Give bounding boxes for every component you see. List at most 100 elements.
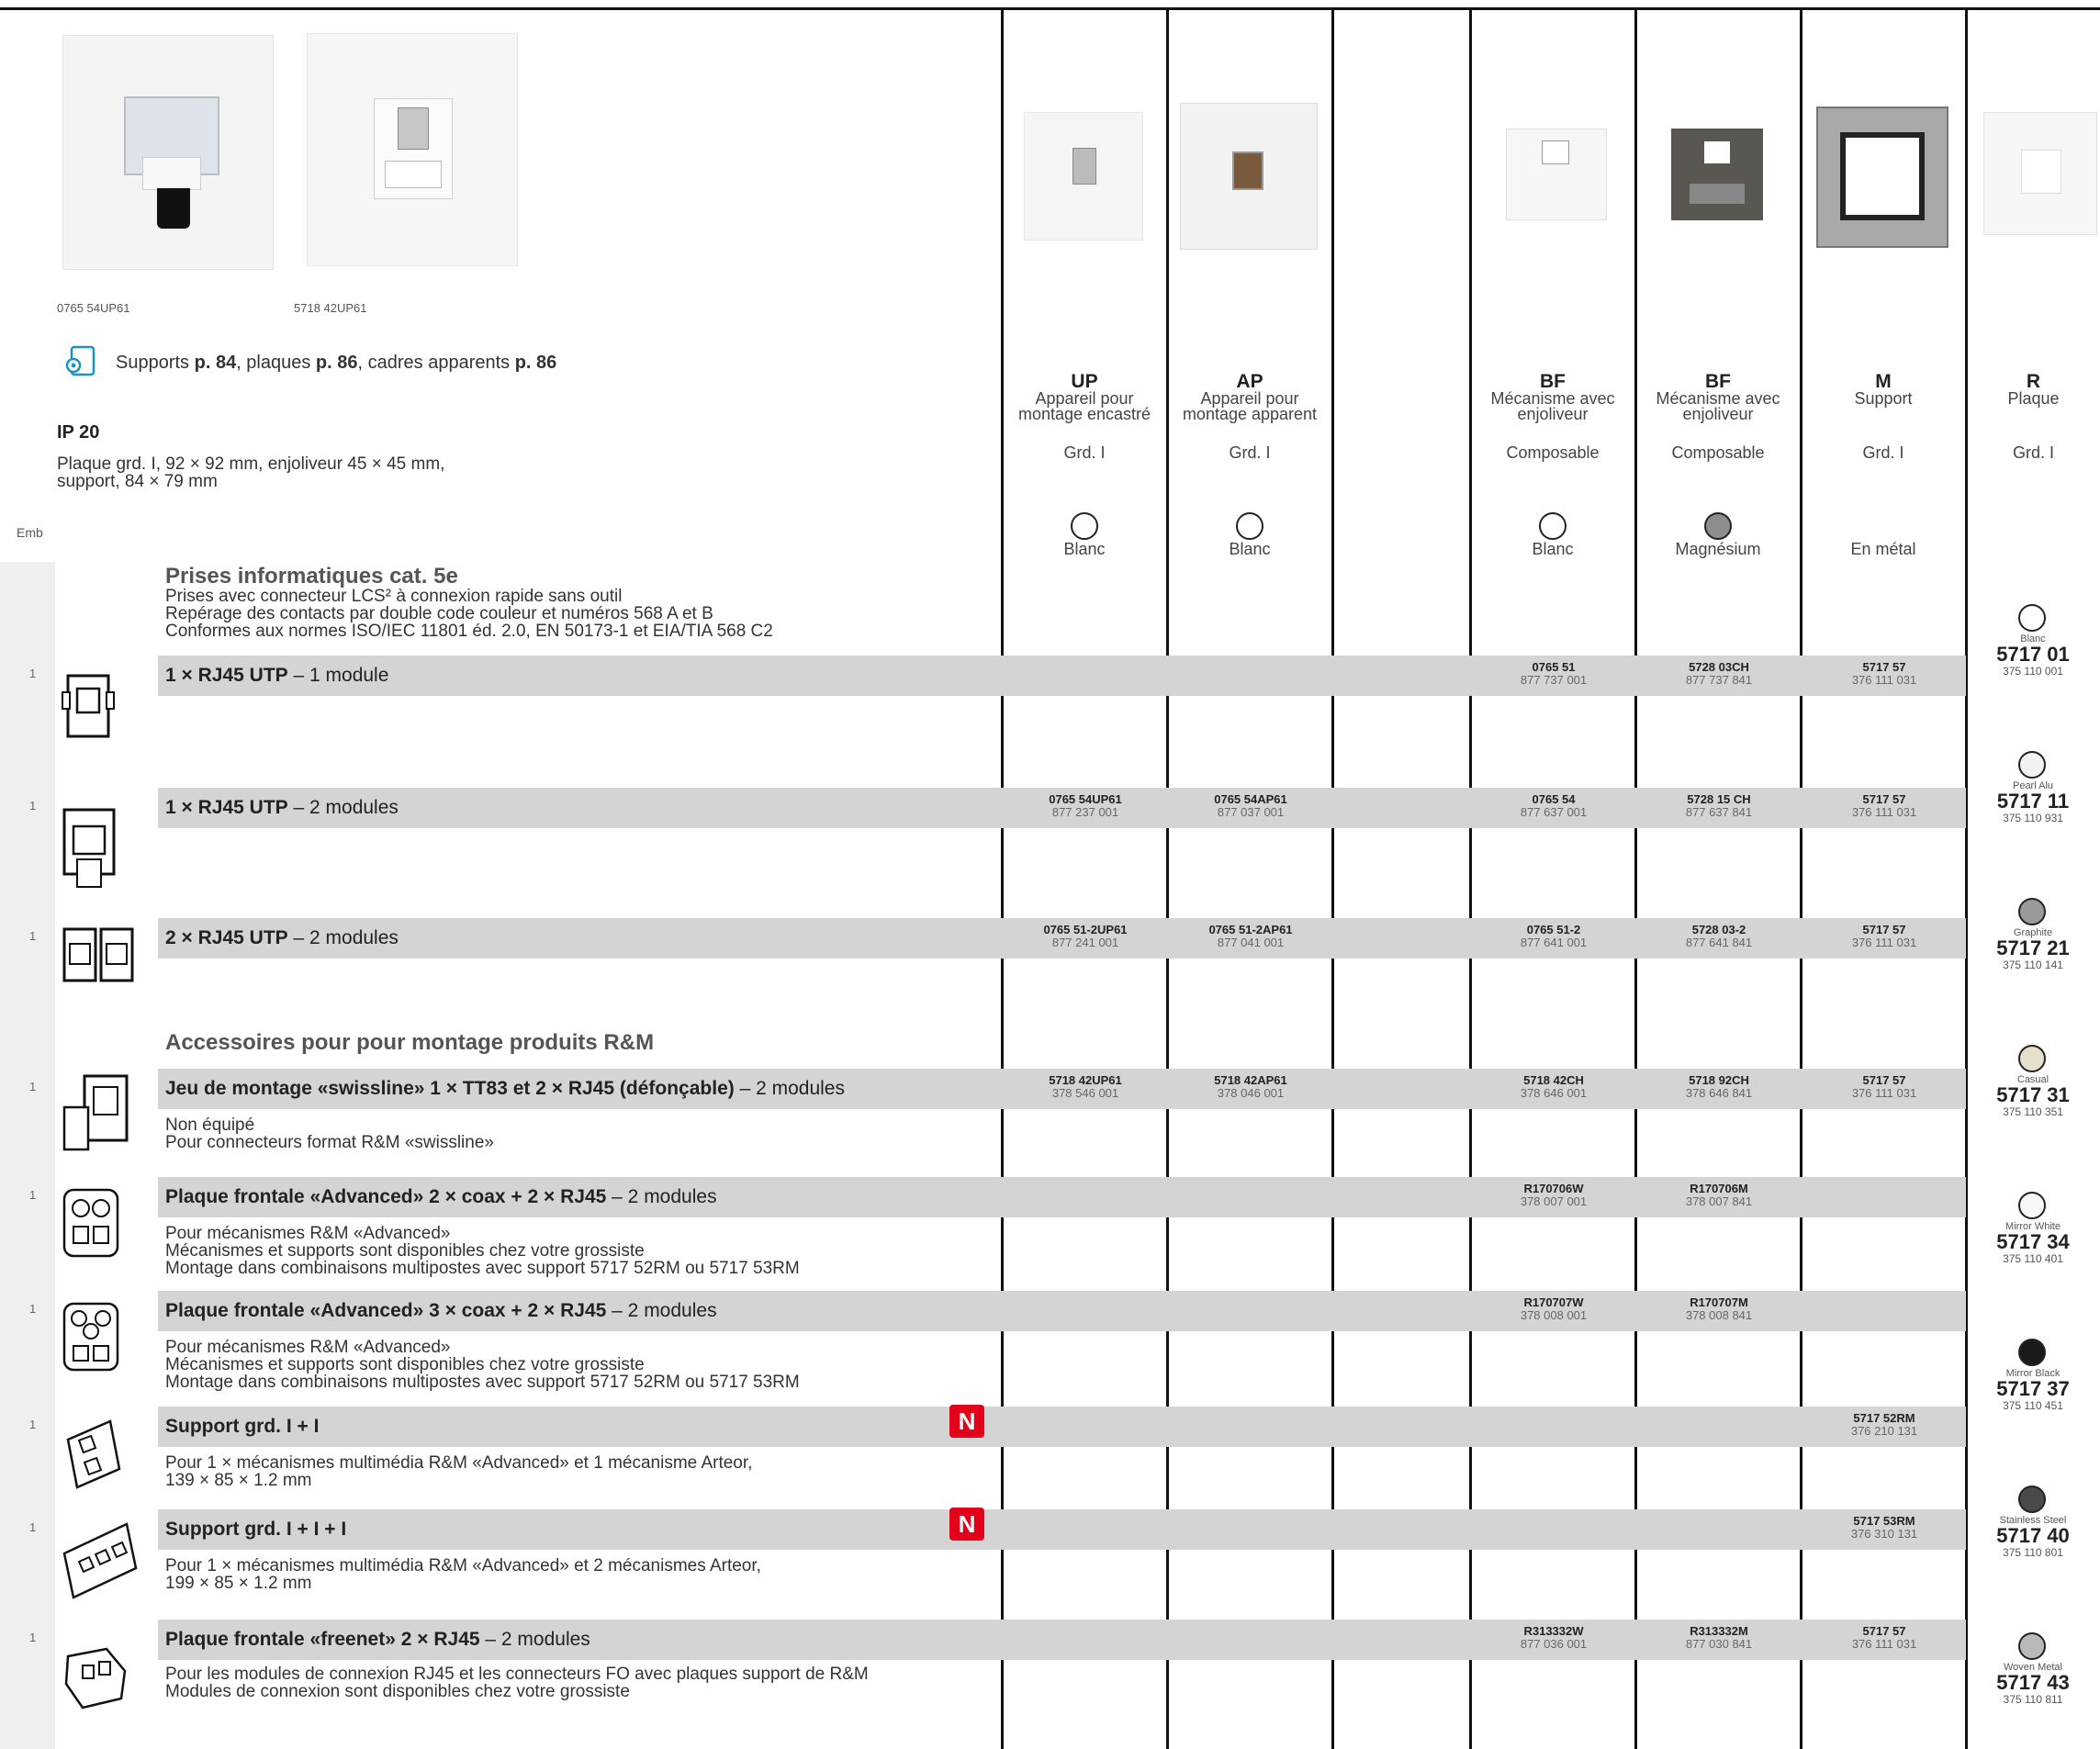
ref-ean: 877 641 841 (1685, 936, 1753, 949)
col-sub-plate: Grd. I (2012, 443, 2054, 462)
link-plates[interactable]: p. 86 (316, 353, 358, 373)
ref-ean: 877 737 001 (1520, 673, 1588, 687)
row-title: Plaque frontale «Advanced» 3 × coax + 2 … (165, 1300, 717, 1322)
ref-bf-magnesium: 5728 03CH 877 737 841 (1636, 661, 1802, 687)
ref-ean: 877 637 841 (1685, 805, 1753, 819)
col-head-ap: AP Appareil pour montage apparent (1168, 372, 1331, 422)
coax-plate-3-icon (59, 1298, 125, 1380)
ref-code: R170707W (1523, 1295, 1584, 1309)
col-key: BF (1705, 371, 1731, 392)
section-title-network: Prises informatiques cat. 5e (165, 564, 458, 589)
row-title-rest: – 2 modules (606, 1186, 717, 1207)
color-swatch-magnesium (1704, 512, 1732, 540)
ref-ean: 877 641 001 (1520, 936, 1588, 949)
col-head-support: M Support (1802, 372, 1965, 407)
col-line-6 (1800, 7, 1802, 1749)
col-head-bf-magnesium: BF Mécanisme avec enjoliveur (1636, 371, 1800, 422)
plate-code: 5717 43 (1996, 1671, 2070, 1694)
color-swatch-white (1236, 512, 1263, 540)
col-line-1 (1001, 7, 1004, 1749)
ref-code: 5718 92CH (1689, 1073, 1749, 1087)
row-title-bold: Plaque frontale «freenet» 2 × RJ45 (165, 1629, 480, 1650)
ref-ean: 376 210 131 (1850, 1424, 1918, 1438)
col-head-bf-white: BF Mécanisme avec enjoliveur (1471, 371, 1634, 422)
rj45-2-module-icon (59, 804, 119, 899)
col-head-up: UP Appareil pour montage encastré (1003, 372, 1166, 422)
thumb-bf-white (1506, 129, 1607, 220)
col-line-7 (1965, 7, 1968, 1749)
plate-code: 5717 11 (1996, 790, 2070, 813)
col-sub-support: Grd. I (1862, 443, 1904, 462)
plate-swatch (2018, 751, 2046, 779)
ref-code: R170706M (1690, 1182, 1748, 1195)
plate-ean: 375 110 001 (2003, 665, 2063, 678)
row-desc: Pour mécanismes R&M «Advanced» Mécanisme… (165, 1224, 800, 1278)
ref-bf-white: 0765 51-2 877 641 001 (1471, 924, 1636, 949)
dimensions-text: Plaque grd. I, 92 × 92 mm, enjoliveur 45… (57, 454, 445, 491)
link-supports[interactable]: p. 84 (195, 353, 237, 373)
plate-pearl-alu: Pearl Alu 5717 11 375 110 931 (1966, 780, 2100, 824)
row-title-bold: Jeu de montage «swissline» 1 × TT83 et 2… (165, 1078, 735, 1099)
row-title: 2 × RJ45 UTP – 2 modules (165, 927, 399, 949)
section-desc-network: Prises avec connecteur LCS² à connexion … (165, 587, 773, 641)
ref-ean: 877 041 001 (1217, 936, 1285, 949)
ref-ap: 0765 54AP61 877 037 001 (1168, 793, 1333, 819)
plate-ean: 375 110 141 (2003, 959, 2063, 971)
plate-code: 5717 34 (1996, 1230, 2070, 1253)
plate-ean: 375 110 451 (2003, 1399, 2063, 1412)
support-triple-icon (59, 1517, 141, 1606)
plate-ean: 375 110 811 (2003, 1693, 2063, 1706)
plate-ean: 375 110 351 (2003, 1105, 2063, 1118)
ref-bf-white: R170707W 378 008 001 (1471, 1296, 1636, 1322)
ref-code: 5717 52RM (1853, 1411, 1915, 1425)
ref-code: 5717 53RM (1853, 1514, 1915, 1528)
ref-ean: 378 007 001 (1520, 1194, 1588, 1208)
col-desc: Plaque (2007, 389, 2060, 408)
ref-ean: 877 037 001 (1217, 805, 1285, 819)
coax-plate-2-icon (59, 1184, 125, 1266)
row-title-rest: – 1 module (287, 665, 389, 686)
rj45-double-icon (59, 922, 140, 992)
row-desc: Pour 1 × mécanismes multimédia R&M «Adva… (165, 1453, 753, 1490)
row-title-rest: – 2 modules (606, 1300, 717, 1321)
ref-ean: 877 637 001 (1520, 805, 1588, 819)
row-emb: 1 (29, 929, 37, 943)
row-emb: 1 (29, 1631, 37, 1644)
ref-bf-white: R313332W 877 036 001 (1471, 1625, 1636, 1651)
photo-caption-1: 0765 54UP61 (57, 301, 130, 315)
ref-ean: 376 111 031 (1851, 1086, 1917, 1100)
color-swatch-white (1071, 512, 1098, 540)
emb-header: Emb (17, 525, 43, 540)
ref-bf-magnesium: 5718 92CH 378 646 841 (1636, 1074, 1802, 1100)
plate-swatch (2018, 604, 2046, 632)
ref-bf-magnesium: R313332M 877 030 841 (1636, 1625, 1802, 1651)
rj45-1-module-icon (59, 670, 119, 748)
ref-ean: 378 008 001 (1520, 1308, 1588, 1322)
col-sub-up: Grd. I (1063, 443, 1106, 462)
row-emb: 1 (29, 1080, 37, 1093)
ref-bf-white: 0765 54 877 637 001 (1471, 793, 1636, 819)
row-emb: 1 (29, 1302, 37, 1316)
ref-bf-magnesium: 5728 03-2 877 641 841 (1636, 924, 1802, 949)
col-line-4 (1469, 7, 1472, 1749)
ref-ean: 877 737 841 (1685, 673, 1753, 687)
ref-ean: 376 111 031 (1851, 936, 1917, 949)
row-title: Support grd. I + I (165, 1416, 319, 1438)
row-title: 1 × RJ45 UTP – 1 module (165, 665, 388, 687)
color-label: Magnésium (1675, 540, 1761, 558)
ref-code: 0765 54AP61 (1214, 792, 1287, 806)
link-frames[interactable]: p. 86 (515, 353, 557, 373)
col-key: BF (1540, 371, 1566, 392)
ref-code: 0765 51 (1532, 660, 1576, 674)
ref-ean: 376 111 031 (1851, 805, 1917, 819)
product-photo-2 (307, 33, 518, 266)
plate-ean: 375 110 801 (2003, 1546, 2063, 1559)
ref-code: R170706W (1523, 1182, 1584, 1195)
ref-bf-magnesium: R170707M 378 008 841 (1636, 1296, 1802, 1322)
row-title-bold: 1 × RJ45 UTP (165, 665, 288, 686)
plate-ean: 375 110 401 (2003, 1252, 2063, 1265)
color-label: Blanc (1532, 540, 1574, 558)
ref-code: 0765 51-2UP61 (1043, 923, 1128, 936)
ref-bf-magnesium: 5728 15 CH 877 637 841 (1636, 793, 1802, 819)
row-title-rest: – 2 modules (734, 1078, 845, 1099)
